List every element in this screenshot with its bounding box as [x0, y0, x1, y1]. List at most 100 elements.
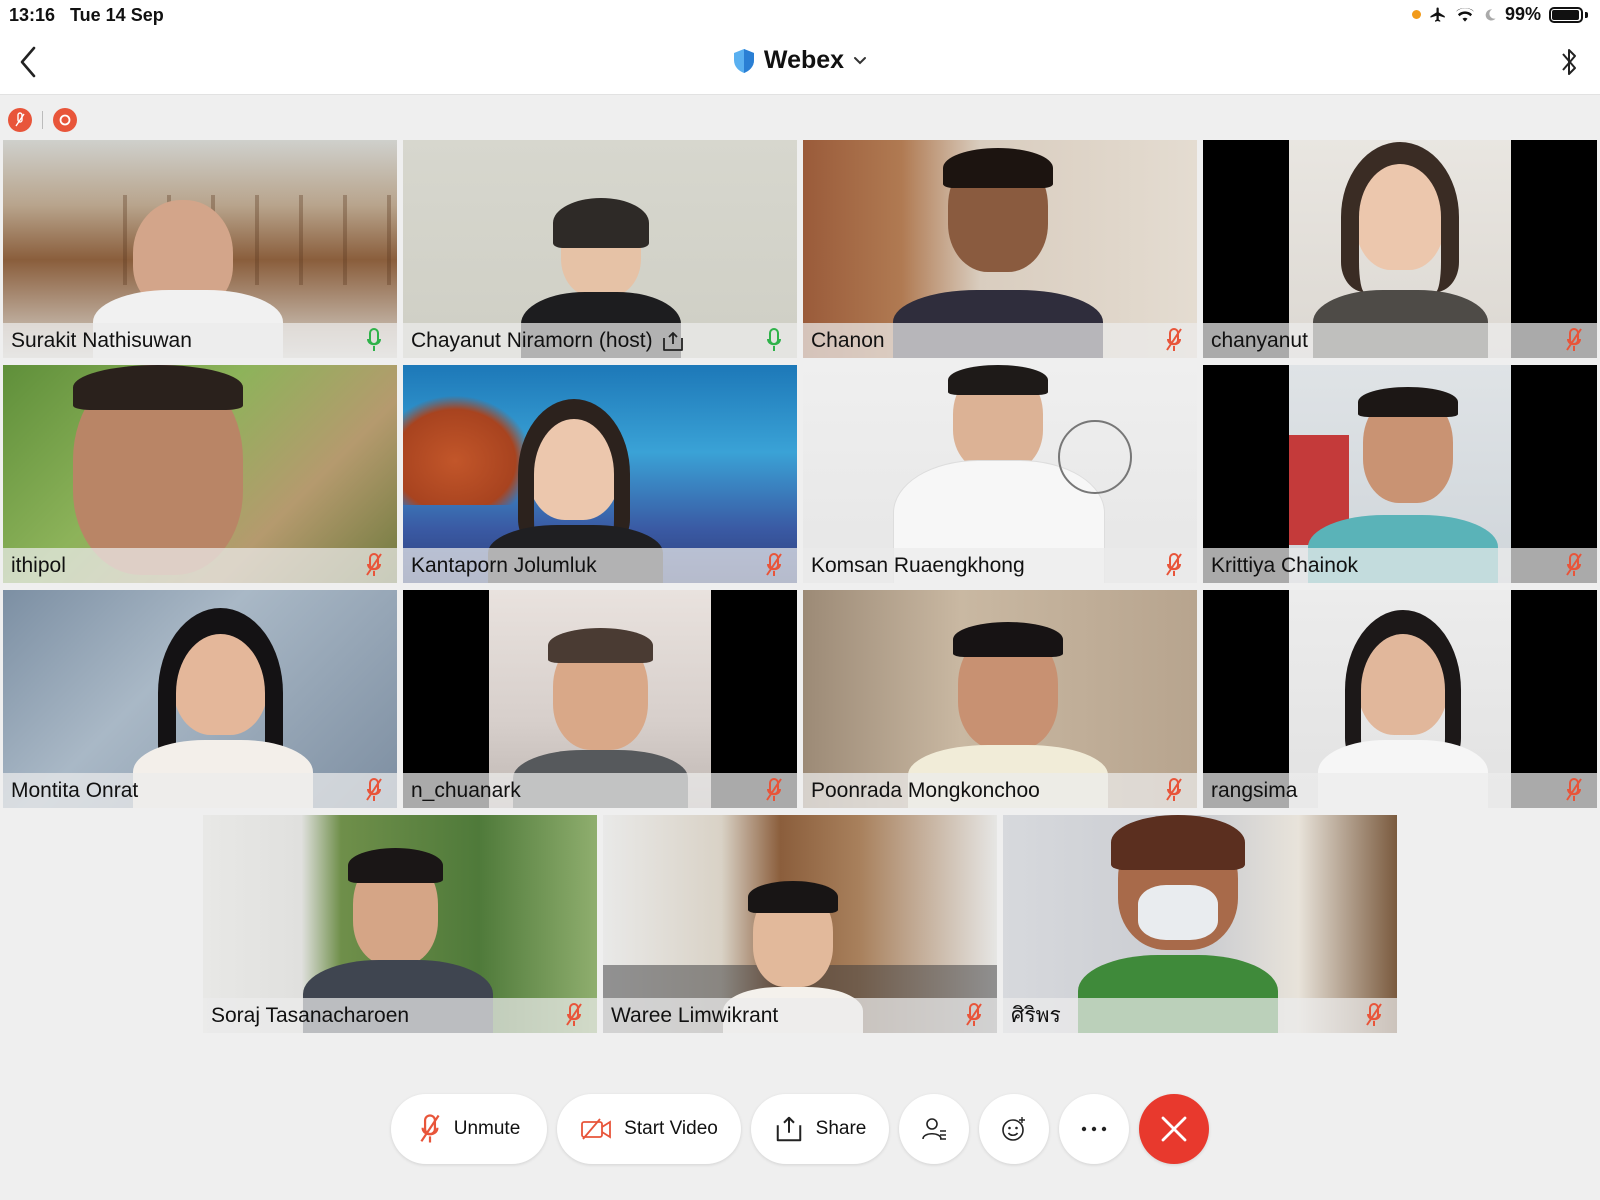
participant-name: Chanon	[811, 328, 885, 352]
status-icons: 99%	[1411, 4, 1588, 25]
video-off-icon	[581, 1118, 612, 1140]
mic-active-icon	[367, 328, 381, 351]
participant-name: Komsan Ruaengkhong	[811, 553, 1025, 577]
mic-muted-icon	[366, 553, 382, 576]
unmute-label: Unmute	[453, 1118, 521, 1139]
reactions-icon	[1002, 1117, 1025, 1141]
mic-muted-icon	[420, 1114, 440, 1143]
participant-tile[interactable]: Kantaporn Jolumluk	[403, 365, 797, 583]
status-date: Tue 14 Sep	[70, 5, 164, 25]
participant-label: ithipol	[3, 548, 397, 583]
mic-muted-icon	[366, 778, 382, 801]
more-icon	[1081, 1126, 1107, 1132]
participant-tile[interactable]: Chanon	[803, 140, 1197, 358]
mic-muted-icon	[1166, 328, 1182, 351]
participant-tile[interactable]: Poonrada Mongkonchoo	[803, 590, 1197, 808]
indicator-divider	[42, 111, 43, 129]
share-button[interactable]: Share	[751, 1094, 889, 1164]
app-title: Webex	[763, 46, 845, 74]
end-call-icon	[1161, 1116, 1187, 1142]
participant-tile[interactable]: chanyanut	[1203, 140, 1597, 358]
status-time: 13:16	[9, 5, 56, 25]
participant-label: Montita Onrat	[3, 773, 397, 808]
participant-tile[interactable]: Soraj Tasanacharoen	[203, 815, 597, 1033]
muted-icon	[8, 108, 32, 132]
meeting-indicators	[8, 108, 77, 132]
end-call-button[interactable]	[1139, 1094, 1209, 1164]
mic-active-icon	[767, 328, 781, 351]
participant-name: ศิริพร	[1011, 1004, 1061, 1027]
participant-name: Surakit Nathisuwan	[11, 328, 192, 352]
participant-label: Waree Limwikrant	[603, 998, 997, 1033]
participant-name: Krittiya Chainok	[1211, 553, 1359, 577]
share-label: Share	[815, 1118, 867, 1139]
participant-label: Krittiya Chainok	[1203, 548, 1597, 583]
mic-muted-icon	[1566, 553, 1582, 576]
mic-muted-icon	[1166, 778, 1182, 801]
title-bar: Webex	[0, 30, 1600, 95]
mic-muted-icon	[1366, 1003, 1382, 1026]
participant-label: ศิริพร	[1003, 998, 1397, 1033]
start-video-label: Start Video	[624, 1118, 718, 1139]
moon-icon	[1485, 8, 1496, 21]
participant-name: Kantaporn Jolumluk	[411, 553, 597, 577]
participant-label: Komsan Ruaengkhong	[803, 548, 1197, 583]
mic-muted-icon	[766, 553, 782, 576]
participant-name: n_chuanark	[411, 778, 521, 802]
participants-button[interactable]	[899, 1094, 969, 1164]
participant-name: chanyanut	[1211, 328, 1308, 352]
share-icon	[776, 1116, 801, 1142]
mic-muted-icon	[766, 778, 782, 801]
reactions-button[interactable]	[979, 1094, 1049, 1164]
recording-icon	[53, 108, 77, 132]
participants-icon	[922, 1118, 946, 1140]
wifi-icon	[1455, 7, 1475, 22]
participant-label: Surakit Nathisuwan	[3, 323, 397, 358]
participant-name: Montita Onrat	[11, 778, 139, 802]
participant-label: Kantaporn Jolumluk	[403, 548, 797, 583]
participant-tile[interactable]: Surakit Nathisuwan	[3, 140, 397, 358]
participant-label: Chanon	[803, 323, 1197, 358]
start-video-button[interactable]: Start Video	[557, 1094, 741, 1164]
participant-tile[interactable]: ithipol	[3, 365, 397, 583]
participant-tile[interactable]: rangsima	[1203, 590, 1597, 808]
participant-name: Soraj Tasanacharoen	[211, 1003, 410, 1027]
bluetooth-icon[interactable]	[1556, 44, 1582, 80]
meeting-title[interactable]: Webex	[0, 46, 1600, 75]
participant-tile[interactable]: Komsan Ruaengkhong	[803, 365, 1197, 583]
meeting-controls: Unmute Start Video Share	[0, 1094, 1600, 1164]
participant-label: n_chuanark	[403, 773, 797, 808]
mic-muted-icon	[1566, 778, 1582, 801]
battery-nub	[1585, 11, 1588, 18]
participant-label: chanyanut	[1203, 323, 1597, 358]
participant-label: rangsima	[1203, 773, 1597, 808]
airplane-icon	[1430, 7, 1445, 22]
chevron-down-icon	[854, 56, 867, 64]
battery-percent: 99%	[1504, 4, 1541, 24]
mic-muted-icon	[566, 1003, 582, 1026]
participant-tile[interactable]: ศิริพร	[1003, 815, 1397, 1033]
mic-muted-icon	[966, 1003, 982, 1026]
participant-tile[interactable]: Chayanut Niramorn (host)	[403, 140, 797, 358]
participant-tile[interactable]: Krittiya Chainok	[1203, 365, 1597, 583]
location-dot-icon	[1411, 10, 1421, 19]
mic-muted-icon	[1566, 328, 1582, 351]
participant-label: Chayanut Niramorn (host)	[403, 323, 797, 358]
battery-icon	[1549, 6, 1583, 23]
mic-muted-icon	[1166, 553, 1182, 576]
participant-name: ithipol	[11, 553, 66, 577]
more-button[interactable]	[1059, 1094, 1129, 1164]
participant-label: Soraj Tasanacharoen	[203, 998, 597, 1033]
participant-tile[interactable]: Montita Onrat	[3, 590, 397, 808]
sharing-icon	[662, 331, 683, 351]
participant-tile[interactable]: n_chuanark	[403, 590, 797, 808]
participant-tile[interactable]: Waree Limwikrant	[603, 815, 997, 1033]
participant-label: Poonrada Mongkonchoo	[803, 773, 1197, 808]
unmute-button[interactable]: Unmute	[391, 1094, 547, 1164]
participant-name: Chayanut Niramorn (host)	[411, 328, 653, 352]
participant-name: Waree Limwikrant	[611, 1003, 779, 1027]
participant-name: rangsima	[1211, 778, 1298, 802]
participant-name: Poonrada Mongkonchoo	[811, 778, 1040, 802]
status-bar: 13:16 Tue 14 Sep 99%	[0, 0, 1600, 30]
shield-icon	[733, 48, 754, 73]
